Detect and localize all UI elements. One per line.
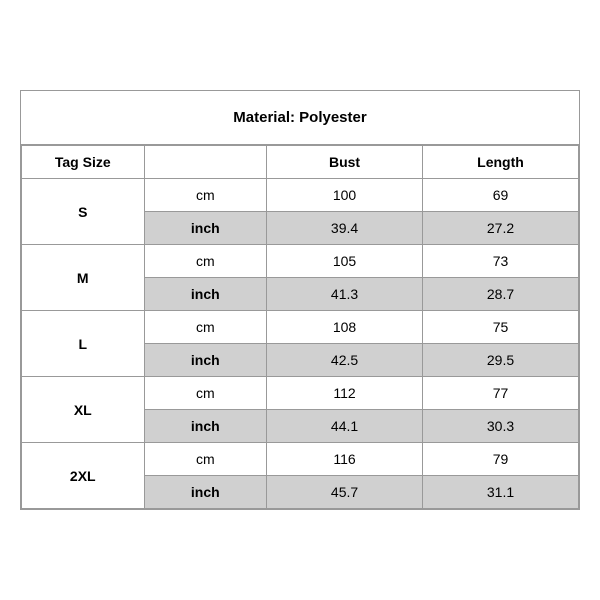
bust-cm: 112 bbox=[267, 377, 423, 410]
length-cm: 79 bbox=[423, 443, 579, 476]
length-cm: 73 bbox=[423, 245, 579, 278]
bust-inch: 39.4 bbox=[267, 212, 423, 245]
header-length: Length bbox=[423, 146, 579, 179]
unit-inch: inch bbox=[144, 410, 267, 443]
length-cm: 75 bbox=[423, 311, 579, 344]
unit-inch: inch bbox=[144, 344, 267, 377]
bust-cm: 100 bbox=[267, 179, 423, 212]
size-chart: Material: Polyester Tag Size Bust Length… bbox=[20, 90, 580, 510]
bust-inch: 42.5 bbox=[267, 344, 423, 377]
length-inch: 28.7 bbox=[423, 278, 579, 311]
table-row: 2XLcm11679 bbox=[22, 443, 579, 476]
table-row: Lcm10875 bbox=[22, 311, 579, 344]
size-table: Tag Size Bust Length Scm10069inch39.427.… bbox=[21, 145, 579, 509]
unit-cm: cm bbox=[144, 443, 267, 476]
header-unit-spacer bbox=[144, 146, 267, 179]
length-inch: 31.1 bbox=[423, 476, 579, 509]
length-inch: 27.2 bbox=[423, 212, 579, 245]
unit-cm: cm bbox=[144, 377, 267, 410]
bust-inch: 41.3 bbox=[267, 278, 423, 311]
table-row: XLcm11277 bbox=[22, 377, 579, 410]
length-inch: 29.5 bbox=[423, 344, 579, 377]
bust-cm: 116 bbox=[267, 443, 423, 476]
size-cell: L bbox=[22, 311, 145, 377]
size-cell: S bbox=[22, 179, 145, 245]
chart-title: Material: Polyester bbox=[21, 91, 579, 145]
length-cm: 77 bbox=[423, 377, 579, 410]
header-bust: Bust bbox=[267, 146, 423, 179]
size-cell: M bbox=[22, 245, 145, 311]
unit-cm: cm bbox=[144, 311, 267, 344]
length-cm: 69 bbox=[423, 179, 579, 212]
unit-cm: cm bbox=[144, 179, 267, 212]
length-inch: 30.3 bbox=[423, 410, 579, 443]
table-row: Mcm10573 bbox=[22, 245, 579, 278]
unit-inch: inch bbox=[144, 212, 267, 245]
bust-inch: 44.1 bbox=[267, 410, 423, 443]
bust-cm: 108 bbox=[267, 311, 423, 344]
unit-inch: inch bbox=[144, 476, 267, 509]
size-cell: XL bbox=[22, 377, 145, 443]
bust-inch: 45.7 bbox=[267, 476, 423, 509]
bust-cm: 105 bbox=[267, 245, 423, 278]
unit-inch: inch bbox=[144, 278, 267, 311]
size-cell: 2XL bbox=[22, 443, 145, 509]
header-tag-size: Tag Size bbox=[22, 146, 145, 179]
table-row: Scm10069 bbox=[22, 179, 579, 212]
table-header-row: Tag Size Bust Length bbox=[22, 146, 579, 179]
unit-cm: cm bbox=[144, 245, 267, 278]
